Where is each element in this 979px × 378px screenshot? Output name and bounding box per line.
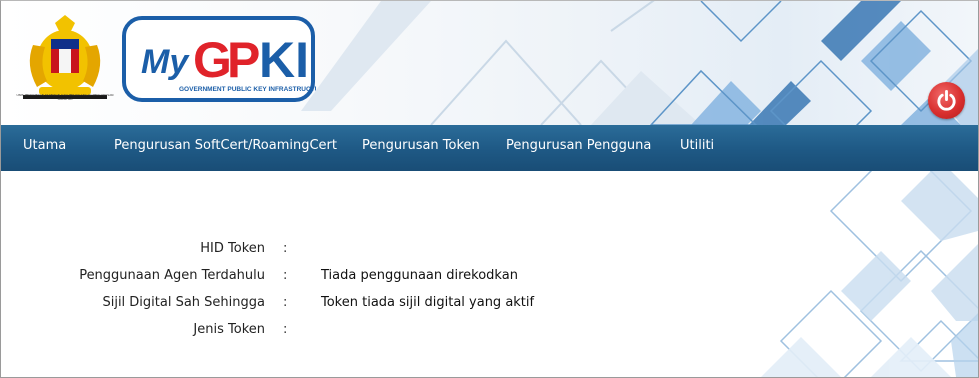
main-navigation: Utama Pengurusan SoftCert/RoamingCert Pe… [1,125,978,171]
value-sijil-digital: Token tiada sijil digital yang aktif [321,295,535,310]
nav-item-pengurusan-softcert[interactable]: Pengurusan SoftCert/RoamingCert [114,138,337,153]
svg-text:P: P [227,32,260,88]
svg-text:My: My [141,43,190,81]
svg-text:KI: KI [259,32,309,88]
colon-penggunaan-agen: : [283,268,288,283]
main-content: HID Token : Penggunaan Agen Terdahulu : … [1,171,978,377]
nav-item-utama[interactable]: Utama [23,138,66,153]
colon-hid-token: : [283,241,288,256]
header-banner: UNIT PEMODENAN TADBIRAN DAN PERANCANGAN … [1,1,978,125]
label-penggunaan-agen: Penggunaan Agen Terdahulu [79,268,265,283]
label-sijil-digital: Sijil Digital Sah Sehingga [102,295,265,310]
value-penggunaan-agen: Tiada penggunaan direkodkan [321,268,518,283]
power-icon [937,89,956,111]
logout-power-button[interactable] [928,82,965,119]
svg-text:GOVERNMENT PUBLIC KEY INFRASTR: GOVERNMENT PUBLIC KEY INFRASTRUCTURE [179,86,316,93]
nav-item-pengurusan-pengguna[interactable]: Pengurusan Pengguna [506,138,651,153]
mygpki-logo[interactable]: My G P KI GOVERNMENT PUBLIC KEY INFRASTR… [121,15,316,103]
colon-jenis-token: : [283,322,288,337]
nav-item-utiliti[interactable]: Utiliti [680,138,714,153]
label-jenis-token: Jenis Token [193,322,265,337]
app-window: UNIT PEMODENAN TADBIRAN DAN PERANCANGAN … [0,0,979,378]
colon-sijil-digital: : [283,295,288,310]
nav-item-pengurusan-token[interactable]: Pengurusan Token [362,138,480,153]
label-hid-token: HID Token [200,241,265,256]
crest-caption: UNIT PEMODENAN TADBIRAN DAN PERANCANGAN … [16,93,114,101]
